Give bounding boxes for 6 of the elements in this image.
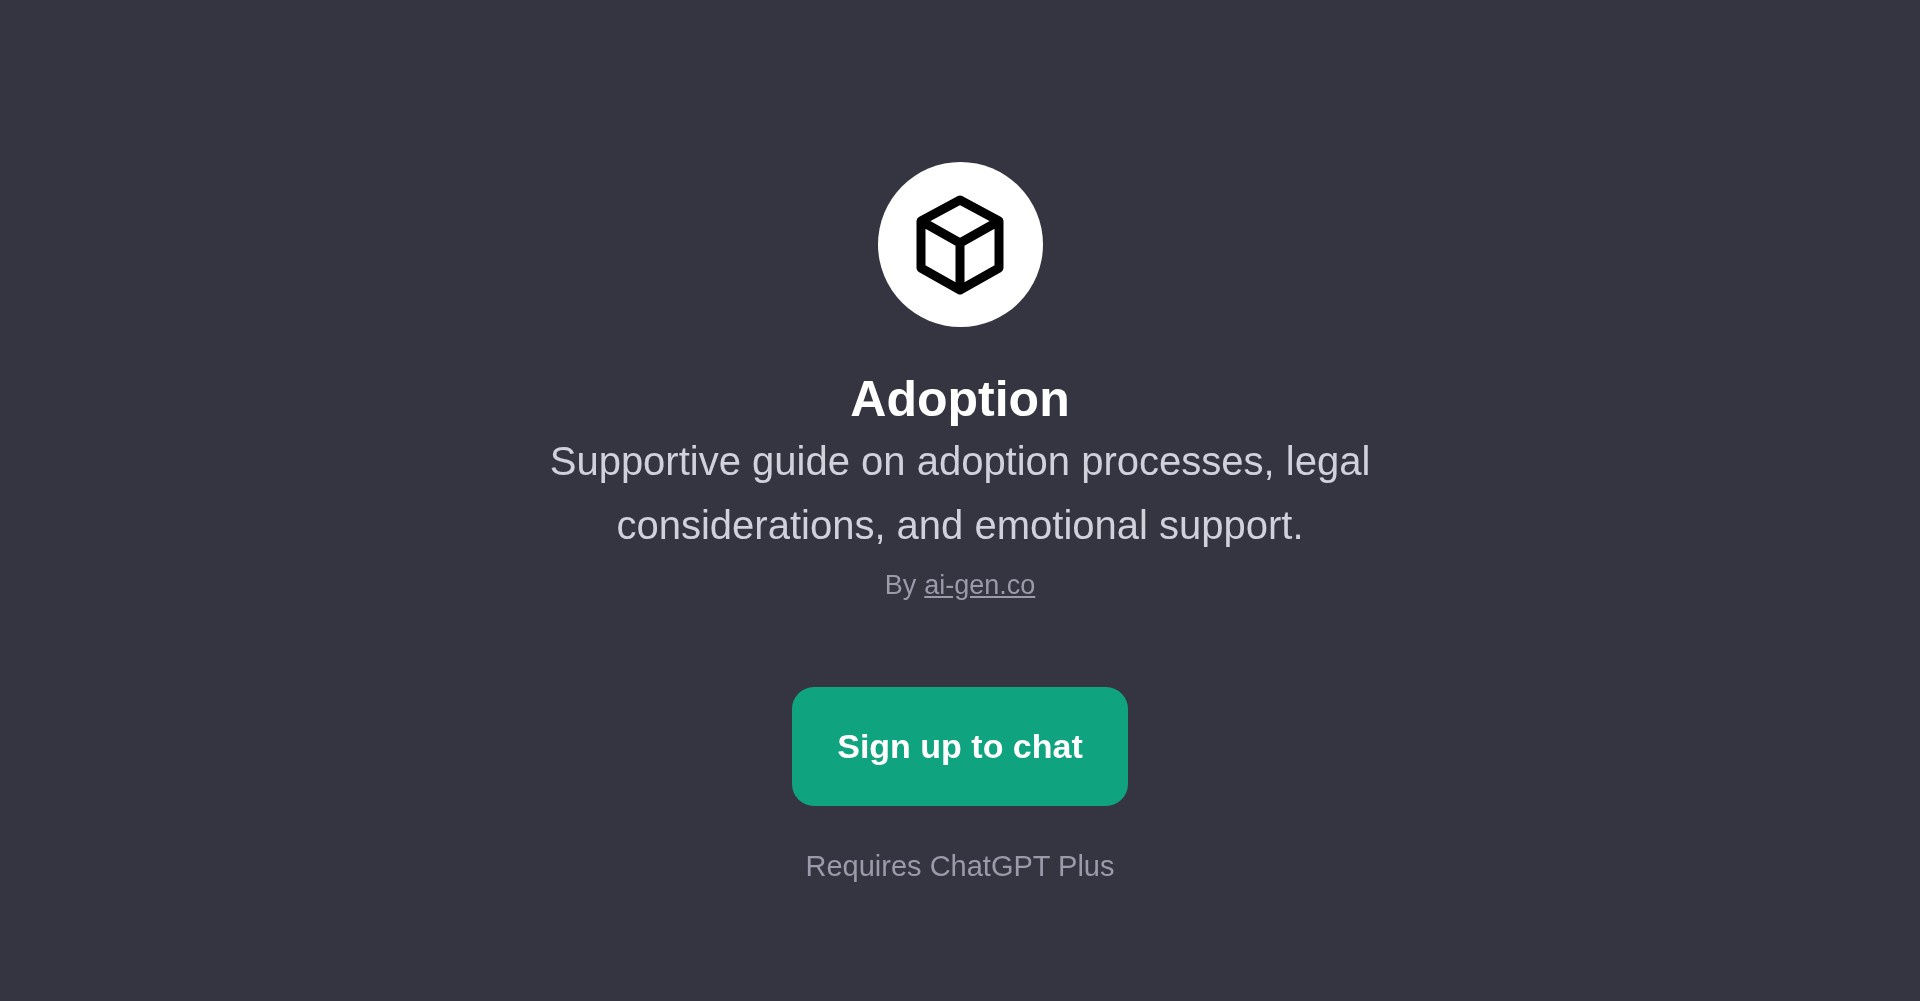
- signup-button[interactable]: Sign up to chat: [792, 687, 1128, 806]
- requirement-note: Requires ChatGPT Plus: [805, 849, 1115, 884]
- gpt-description: Supportive guide on adoption processes, legal considerations, and emotional support.: [548, 438, 1372, 549]
- author-label: By: [884, 569, 917, 602]
- author-link[interactable]: ai-gen.co: [924, 567, 1036, 603]
- gpt-title: Adoption: [850, 370, 1070, 429]
